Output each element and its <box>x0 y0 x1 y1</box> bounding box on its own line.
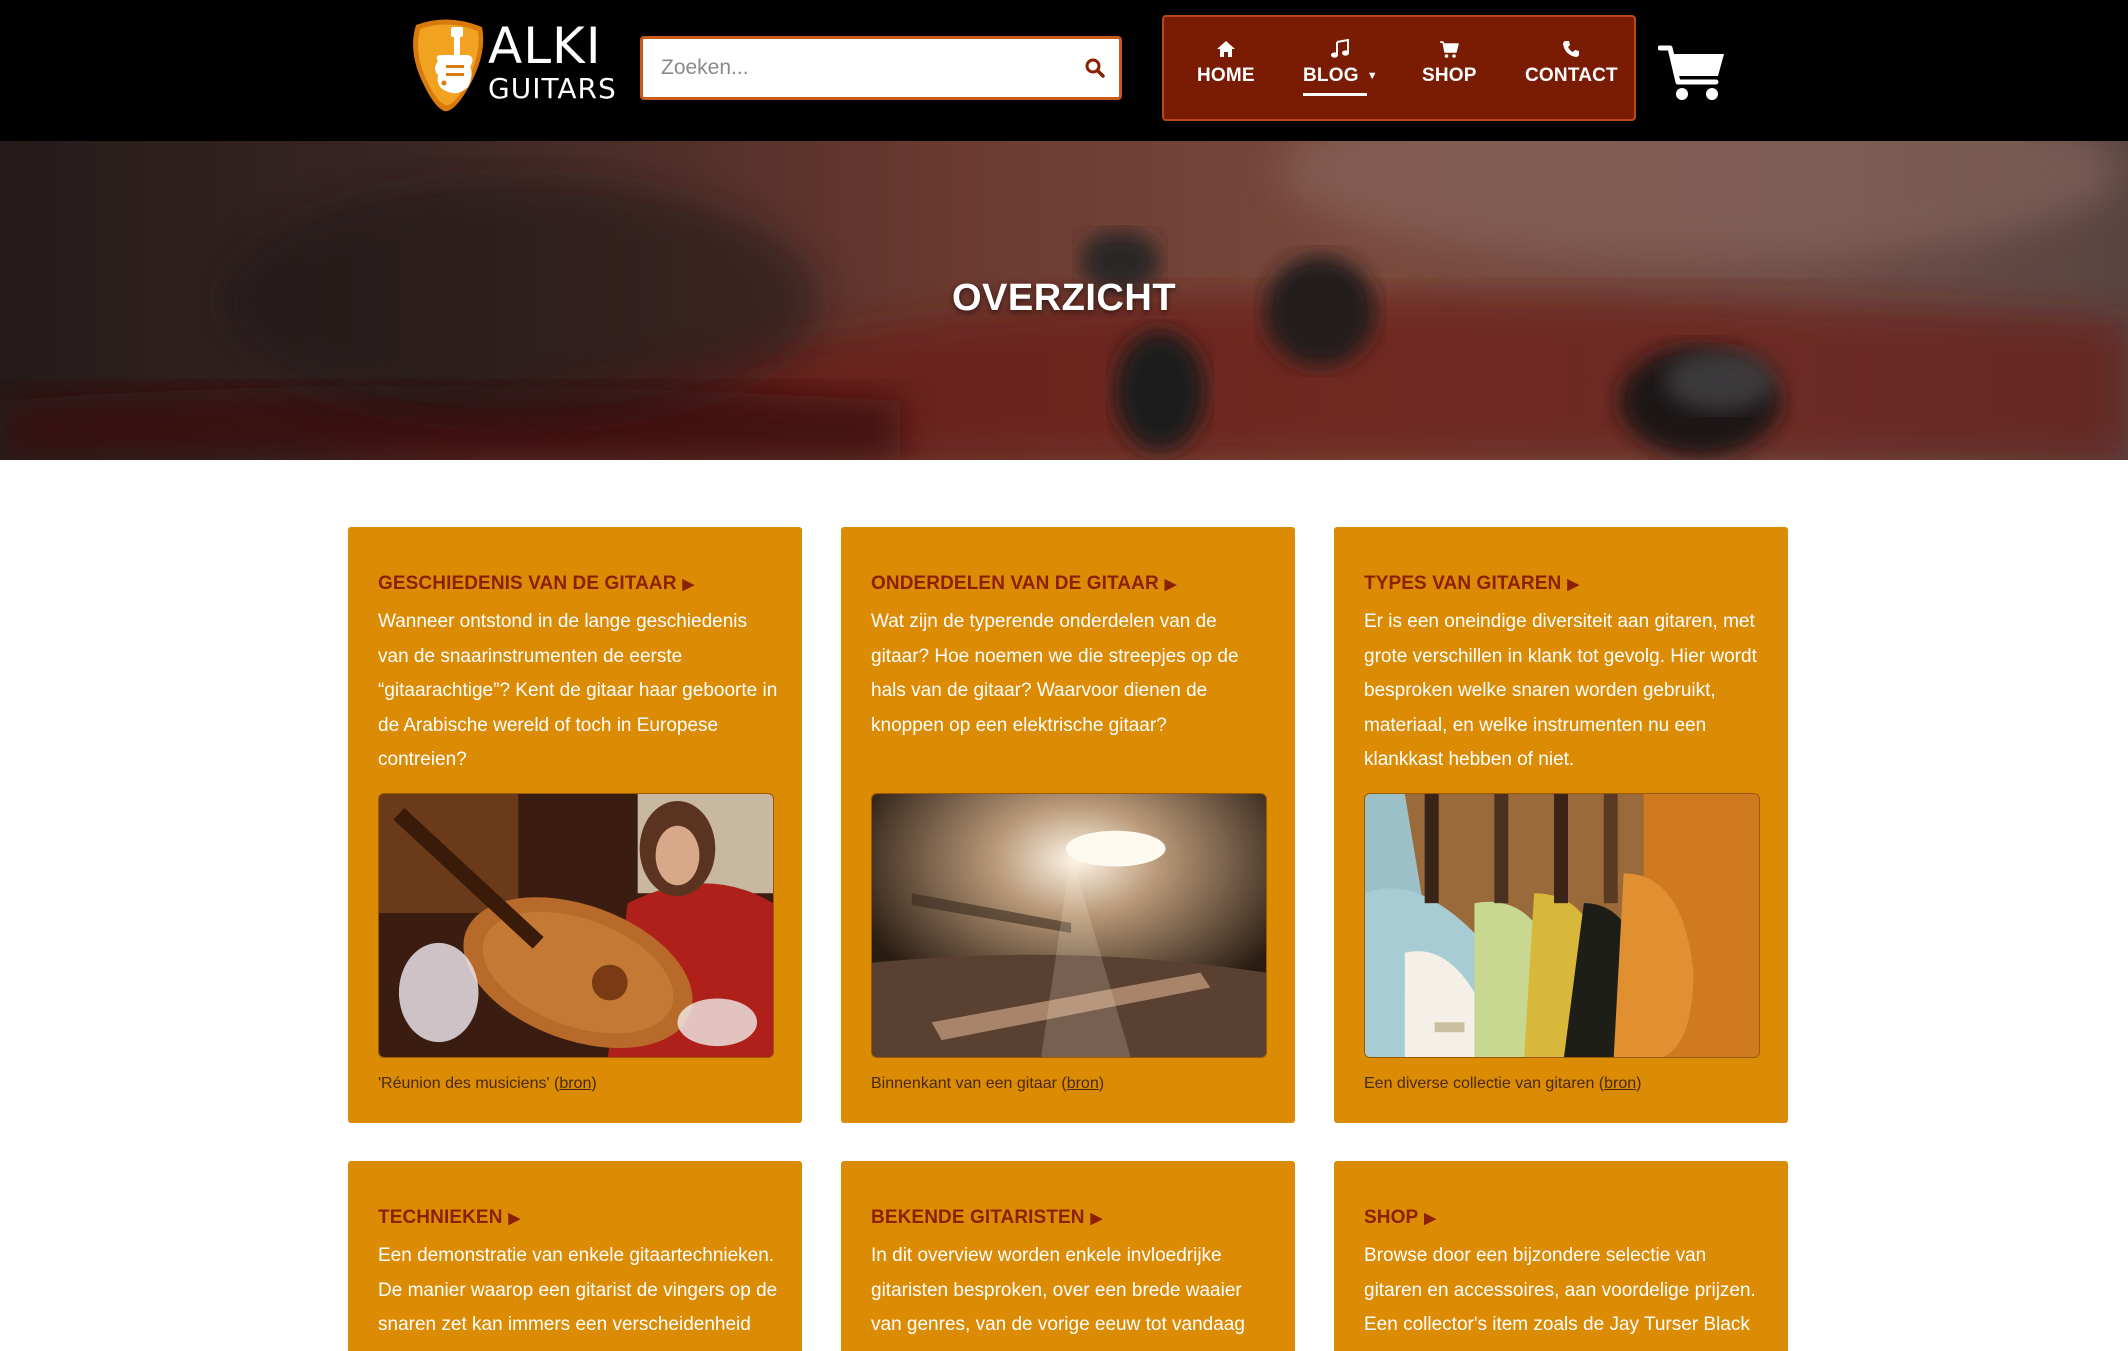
site-logo[interactable]: ALKI GUITARS <box>408 17 616 113</box>
guitar-interior-image <box>872 794 1266 1057</box>
nav-item-shop[interactable]: SHOP <box>1422 39 1477 87</box>
source-link[interactable]: bron <box>1604 1075 1636 1092</box>
logo-line-2: GUITARS <box>488 72 617 105</box>
lute-painting-image <box>379 794 773 1057</box>
card-types: TYPES VAN GITAREN ▶ Er is een oneindige d… <box>1334 527 1788 1123</box>
search-box <box>640 36 1122 100</box>
image-caption: 'Réunion des musiciens' (bron) <box>378 1075 597 1093</box>
main-nav: HOME BLOG ▼ SHOP CONTACT <box>1162 15 1636 121</box>
card-title-link[interactable]: BEKENDE GITARISTEN ▶ <box>871 1207 1102 1229</box>
logo-wordmark: ALKI GUITARS <box>488 21 617 103</box>
nav-label-contact: CONTACT <box>1525 65 1618 86</box>
card-parts: ONDERDELEN VAN DE GITAAR ▶ Wat zijn de ty… <box>841 527 1295 1123</box>
card-description: In dit overview worden enkele invloedrij… <box>871 1245 1245 1351</box>
card-title-link[interactable]: SHOP ▶ <box>1364 1207 1436 1229</box>
site-header: ALKI GUITARS HOME BLOG ▼ <box>0 0 2128 141</box>
card-description: Er is een oneindige diversiteit aan gita… <box>1364 611 1757 770</box>
card-shop: SHOP ▶ Browse door een bijzondere selecti… <box>1334 1161 1788 1351</box>
card-description: Een demonstratie van enkele gitaartechni… <box>378 1245 778 1351</box>
nav-item-blog[interactable]: BLOG ▼ <box>1303 39 1378 96</box>
card-title-text: GESCHIEDENIS VAN DE GITAAR <box>378 573 677 594</box>
search-input[interactable] <box>661 39 1061 97</box>
guitar-pick-logo-icon <box>413 19 484 112</box>
arrow-right-icon: ▶ <box>1424 1210 1436 1227</box>
caption-close: ) <box>1636 1075 1642 1092</box>
card-history: GESCHIEDENIS VAN DE GITAAR ▶ Wanneer onts… <box>348 527 802 1123</box>
home-icon <box>1216 41 1235 57</box>
card-image[interactable] <box>1364 793 1760 1058</box>
card-title-text: ONDERDELEN VAN DE GITAAR <box>871 573 1159 594</box>
caption-text: Een diverse collectie van gitaren ( <box>1364 1075 1605 1092</box>
card-description: Browse door een bijzondere selectie van … <box>1364 1245 1756 1351</box>
nav-item-home[interactable]: HOME <box>1197 39 1255 87</box>
card-title-link[interactable]: ONDERDELEN VAN DE GITAAR ▶ <box>871 573 1176 595</box>
hero-banner: OVERZICHT <box>0 141 2128 460</box>
card-title-text: BEKENDE GITARISTEN <box>871 1207 1085 1228</box>
arrow-right-icon: ▶ <box>1090 1210 1103 1227</box>
card-description: Wat zijn de typerende onderdelen van de … <box>871 611 1239 736</box>
card-title-text: TECHNIEKEN <box>378 1207 503 1228</box>
phone-icon <box>1563 41 1580 57</box>
card-title-link[interactable]: TYPES VAN GITAREN ▶ <box>1364 573 1579 595</box>
image-caption: Een diverse collectie van gitaren (bron) <box>1364 1075 1641 1093</box>
card-description: Wanneer ontstond in de lange geschiedeni… <box>378 611 778 770</box>
card-techniques: TECHNIEKEN ▶ Een demonstratie van enkele … <box>348 1161 802 1351</box>
logo-line-1: ALKI <box>488 17 602 75</box>
source-link[interactable]: bron <box>1067 1075 1099 1092</box>
caption-close: ) <box>1098 1075 1105 1092</box>
arrow-right-icon: ▶ <box>508 1210 521 1227</box>
guitar-collection-image <box>1365 794 1759 1057</box>
image-caption: Binnenkant van een gitaar (bron) <box>871 1075 1104 1093</box>
search-icon[interactable] <box>1083 56 1107 80</box>
dropdown-caret-icon: ▼ <box>1366 70 1378 82</box>
nav-label-shop: SHOP <box>1422 65 1477 86</box>
shopping-cart-icon <box>1440 41 1460 58</box>
music-note-icon <box>1331 39 1350 58</box>
nav-active-indicator <box>1303 93 1367 96</box>
cart-icon[interactable] <box>1658 44 1726 102</box>
card-image[interactable] <box>871 793 1267 1058</box>
card-title-link[interactable]: GESCHIEDENIS VAN DE GITAAR ▶ <box>378 573 694 595</box>
nav-label-home: HOME <box>1197 65 1255 86</box>
card-famous-guitarists: BEKENDE GITARISTEN ▶ In dit overview word… <box>841 1161 1295 1351</box>
arrow-right-icon: ▶ <box>1567 576 1579 593</box>
arrow-right-icon: ▶ <box>1164 576 1177 593</box>
caption-text: Binnenkant van een gitaar ( <box>871 1075 1067 1092</box>
card-title-text: SHOP <box>1364 1207 1419 1228</box>
caption-text: 'Réunion des musiciens' ( <box>378 1075 560 1092</box>
source-link[interactable]: bron <box>559 1075 591 1092</box>
page-title: OVERZICHT <box>951 277 1177 319</box>
nav-item-contact[interactable]: CONTACT <box>1525 39 1618 87</box>
arrow-right-icon: ▶ <box>682 576 695 593</box>
caption-close: ) <box>591 1075 597 1092</box>
card-title-link[interactable]: TECHNIEKEN ▶ <box>378 1207 520 1229</box>
card-title-text: TYPES VAN GITAREN <box>1364 573 1562 594</box>
card-image[interactable] <box>378 793 774 1058</box>
nav-label-blog: BLOG <box>1303 65 1359 86</box>
